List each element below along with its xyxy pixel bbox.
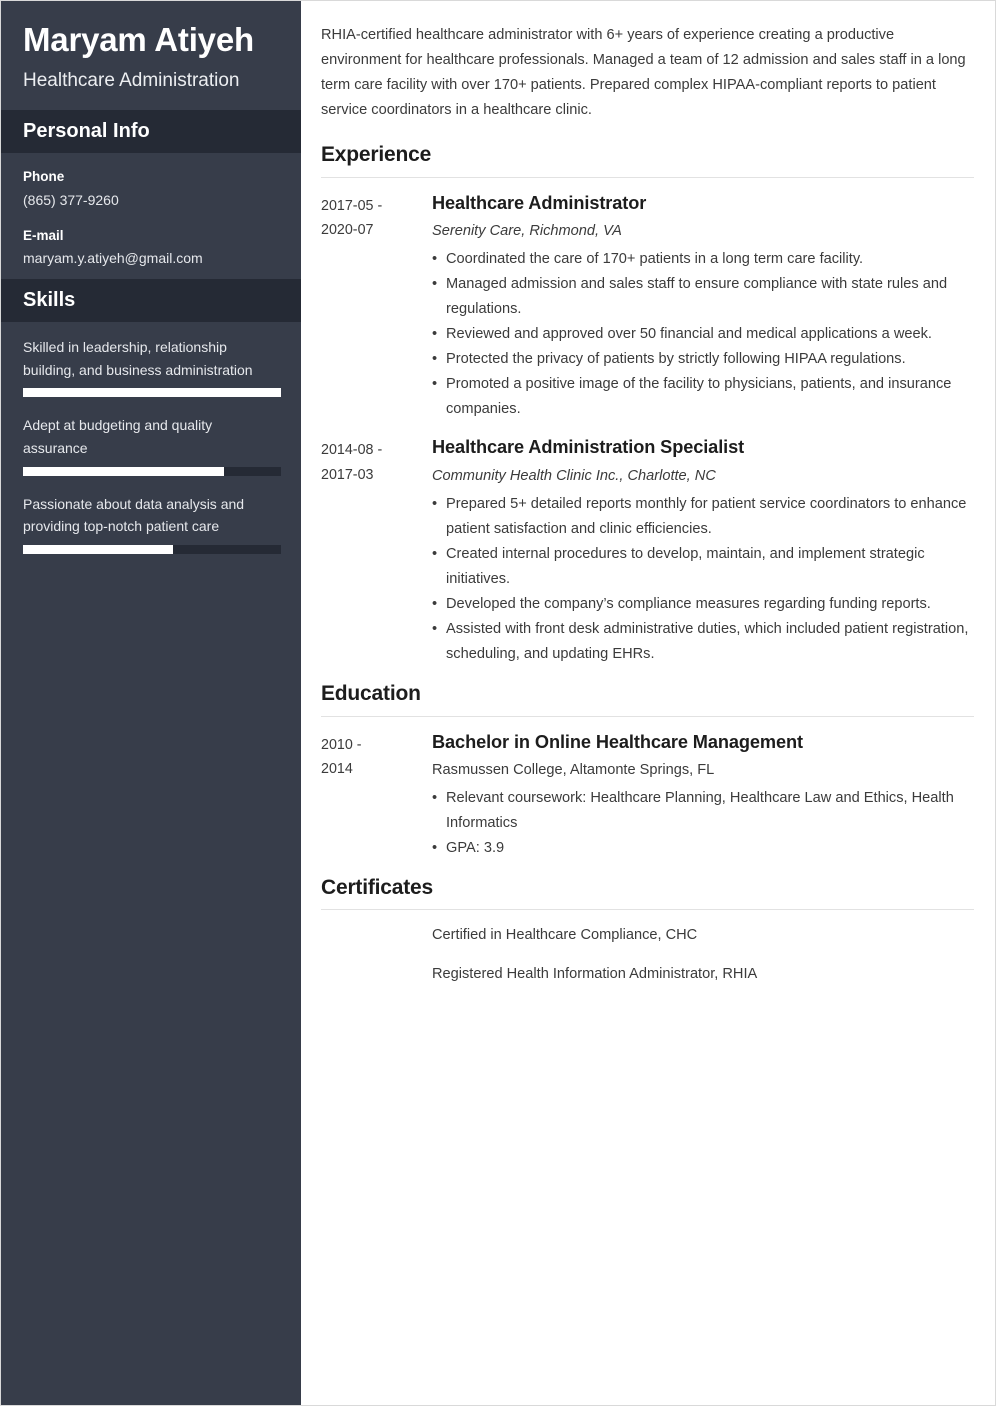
skill-item: Skilled in leadership, relationship buil… bbox=[23, 336, 281, 398]
email-value: maryam.y.atiyeh@gmail.com bbox=[23, 249, 203, 266]
list-item: Developed the company’s compliance measu… bbox=[432, 592, 974, 617]
list-item: Coordinated the care of 170+ patients in… bbox=[432, 247, 974, 272]
candidate-name: Maryam Atiyeh bbox=[23, 21, 254, 58]
skill-level-fill bbox=[23, 466, 225, 476]
responsibility-list: Prepared 5+ detailed reports monthly for… bbox=[432, 492, 974, 668]
experience-entry: 2017-05 - 2020-07 Healthcare Administrat… bbox=[321, 192, 974, 423]
employer-location: Serenity Care, Richmond, VA bbox=[432, 223, 622, 240]
email-label: E-mail bbox=[23, 227, 64, 243]
list-item: Assisted with front desk administrative … bbox=[432, 617, 974, 667]
certificate-name: Registered Health Information Administra… bbox=[432, 965, 758, 982]
list-item: Promoted a positive image of the facilit… bbox=[432, 372, 974, 422]
experience-entry-dates: 2014-08 - 2017-03 bbox=[321, 436, 432, 487]
skills-header: Skills bbox=[1, 278, 301, 322]
date-end: 2017-03 bbox=[321, 466, 374, 483]
skill-label: Adept at budgeting and quality assurance bbox=[23, 417, 213, 456]
personal-info-body: Phone (865) 377-9260 E-mail maryam.y.ati… bbox=[1, 153, 301, 279]
school-location: Rasmussen College, Altamonte Springs, FL bbox=[432, 762, 715, 779]
skills-heading: Skills bbox=[23, 288, 76, 311]
personal-info-heading: Personal Info bbox=[23, 120, 150, 143]
certificate-entry: Registered Health Information Administra… bbox=[321, 963, 974, 986]
experience-entry: 2014-08 - 2017-03 Healthcare Administrat… bbox=[321, 436, 974, 667]
skill-level-fill bbox=[23, 544, 173, 554]
degree-title: Bachelor in Online Healthcare Management bbox=[432, 731, 803, 752]
certificates-section: Certificates Certified in Healthcare Com… bbox=[321, 875, 974, 986]
experience-heading: Experience bbox=[321, 143, 432, 167]
date-start: 2017-05 - bbox=[321, 197, 383, 214]
experience-entry-body: Healthcare Administration Specialist Com… bbox=[432, 436, 974, 667]
date-end: 2020-07 bbox=[321, 221, 374, 238]
date-start: 2010 - bbox=[321, 736, 362, 753]
sidebar: Maryam Atiyeh Healthcare Administration … bbox=[1, 1, 301, 1405]
personal-info-header: Personal Info bbox=[1, 110, 301, 154]
date-start: 2014-08 - bbox=[321, 442, 383, 459]
list-item: Protected the privacy of patients by str… bbox=[432, 347, 974, 372]
section-divider bbox=[321, 176, 974, 178]
list-item: Created internal procedures to develop, … bbox=[432, 542, 974, 592]
skill-level-fill bbox=[23, 388, 281, 398]
education-heading: Education bbox=[321, 682, 421, 706]
list-item: GPA: 3.9 bbox=[432, 836, 974, 861]
education-section: Education 2010 - 2014 Bachelor in Online… bbox=[321, 681, 974, 861]
phone-label: Phone bbox=[23, 169, 65, 185]
list-item: Managed admission and sales staff to ens… bbox=[432, 272, 974, 322]
phone-value: (865) 377-9260 bbox=[23, 191, 119, 208]
contact-field-phone: Phone (865) 377-9260 bbox=[23, 167, 279, 210]
section-divider bbox=[321, 909, 974, 911]
education-entry-body: Bachelor in Online Healthcare Management… bbox=[432, 731, 974, 862]
skill-label: Skilled in leadership, relationship buil… bbox=[23, 338, 253, 378]
employer-location: Community Health Clinic Inc., Charlotte,… bbox=[432, 468, 716, 485]
candidate-job-title: Healthcare Administration bbox=[23, 69, 240, 91]
list-item: Prepared 5+ detailed reports monthly for… bbox=[432, 492, 974, 542]
section-divider bbox=[321, 715, 974, 717]
education-detail-list: Relevant coursework: Healthcare Planning… bbox=[432, 786, 974, 861]
job-title: Healthcare Administrator bbox=[432, 192, 647, 213]
list-item: Reviewed and approved over 50 financial … bbox=[432, 322, 974, 347]
skill-item: Passionate about data analysis and provi… bbox=[23, 493, 281, 554]
skill-level-bar bbox=[23, 388, 281, 398]
education-entry: 2010 - 2014 Bachelor in Online Healthcar… bbox=[321, 731, 974, 862]
certificate-entry: Certified in Healthcare Compliance, CHC bbox=[321, 924, 974, 947]
skill-item: Adept at budgeting and quality assurance bbox=[23, 414, 281, 476]
skill-label: Passionate about data analysis and provi… bbox=[23, 495, 245, 535]
skill-level-bar bbox=[23, 544, 281, 554]
experience-entry-body: Healthcare Administrator Serenity Care, … bbox=[432, 192, 974, 423]
education-entry-dates: 2010 - 2014 bbox=[321, 731, 432, 782]
experience-section: Experience 2017-05 - 2020-07 Healthcare … bbox=[321, 142, 974, 667]
resume-main-content: RHIA-certified healthcare administrator … bbox=[301, 1, 995, 1405]
certificate-name: Certified in Healthcare Compliance, CHC bbox=[432, 927, 698, 944]
skill-level-bar bbox=[23, 466, 281, 476]
contact-field-email: E-mail maryam.y.atiyeh@gmail.com bbox=[23, 226, 279, 269]
list-item: Relevant coursework: Healthcare Planning… bbox=[432, 786, 974, 836]
identity-block: Maryam Atiyeh Healthcare Administration bbox=[1, 1, 301, 110]
certificates-heading: Certificates bbox=[321, 876, 433, 900]
responsibility-list: Coordinated the care of 170+ patients in… bbox=[432, 247, 974, 423]
professional-summary: RHIA-certified healthcare administrator … bbox=[321, 27, 966, 119]
resume-page: Maryam Atiyeh Healthcare Administration … bbox=[0, 0, 996, 1406]
job-title: Healthcare Administration Specialist bbox=[432, 437, 745, 458]
experience-entry-dates: 2017-05 - 2020-07 bbox=[321, 192, 432, 243]
skills-body: Skilled in leadership, relationship buil… bbox=[1, 322, 301, 577]
date-end: 2014 bbox=[321, 760, 353, 777]
